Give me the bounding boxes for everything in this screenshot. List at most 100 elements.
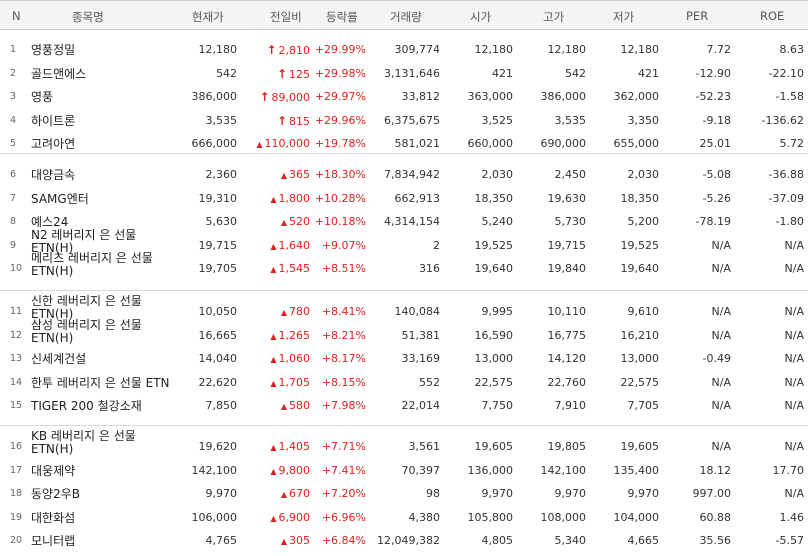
stock-name-link[interactable]: 동양2우B — [31, 485, 80, 502]
high-cell: 690,000 — [540, 137, 587, 151]
stock-name-link[interactable]: 한투 레버리지 은 선물 ETN — [31, 374, 170, 391]
table-row[interactable]: 6 대양금속 2,360 +18.30% 7,834,942 2,030 2,450 2,03… — [0, 163, 808, 186]
roe-cell: N/A — [784, 262, 804, 276]
rate-cell: +6.96% — [321, 510, 366, 524]
stock-name-link[interactable]: 영풍정밀 — [31, 41, 75, 58]
row-number: 10 — [10, 263, 23, 275]
col-header-roe[interactable]: ROE — [760, 9, 784, 23]
table-row[interactable]: 15 TIGER 200 철강소재 7,850 +7.98% 22,014 7,750 7,… — [0, 394, 808, 417]
up-triangle-icon: ▲ — [270, 466, 277, 476]
low-cell: 421 — [638, 66, 659, 80]
up-triangle-icon: ▲ — [280, 218, 287, 228]
col-header-low[interactable]: 저가 — [613, 9, 634, 25]
low-cell: 655,000 — [613, 137, 660, 151]
stock-name-link[interactable]: 신세계건설 — [31, 350, 86, 367]
low-cell: 4,665 — [627, 534, 660, 548]
stock-name-link[interactable]: 대양금속 — [31, 166, 75, 183]
row-number: 7 — [10, 192, 17, 204]
table-row[interactable]: 17 대웅제약 142,100 +7.41% 70,397 136,000 142,100 1… — [0, 459, 808, 482]
stock-name-link[interactable]: 영풍 — [31, 88, 53, 105]
change-cell: ▲ 110,000 — [256, 137, 310, 150]
stock-name-link[interactable]: SAMG엔터 — [31, 190, 89, 207]
col-header-name[interactable]: 종목명 — [72, 9, 104, 25]
table-row[interactable]: 3 영풍 386,000 +29.97% 33,812 363,000 386,000 362… — [0, 85, 808, 108]
table-row[interactable]: 16 KB 레버리지 은 선물 ETN(H) 19,620 +7.71% 3,561 19… — [0, 430, 808, 458]
low-cell: 135,400 — [613, 463, 660, 477]
volume-cell: 22,014 — [401, 399, 441, 413]
table-row[interactable]: 7 SAMG엔터 19,310 +10.28% 662,913 18,350 19,630 1… — [0, 187, 808, 210]
change-cell: ▲ 780 — [281, 305, 310, 318]
col-header-rate[interactable]: 등락률 — [326, 9, 358, 25]
table-row[interactable]: 10 메리츠 레버리지 은 선물 ETN(H) 19,705 +8.51% 316 19,… — [0, 252, 808, 280]
change-value: 110,000 — [264, 137, 311, 151]
open-cell: 3,525 — [481, 113, 514, 127]
change-cell: ▲ 1,800 — [270, 192, 310, 205]
per-cell: 25.01 — [699, 137, 732, 151]
volume-cell: 33,169 — [401, 352, 441, 366]
stock-name-link[interactable]: 대한화섬 — [31, 509, 75, 526]
table-row[interactable]: 18 동양2우B 9,970 +7.20% 98 9,970 9,970 9,970 997.0… — [0, 482, 808, 505]
volume-cell: 70,397 — [401, 463, 441, 477]
volume-cell: 4,314,154 — [384, 215, 440, 229]
stock-name-link[interactable]: 대웅제약 — [31, 462, 75, 479]
col-header-high[interactable]: 고가 — [543, 9, 564, 25]
up-triangle-icon: ▲ — [270, 443, 277, 452]
col-header-open[interactable]: 시가 — [470, 9, 491, 25]
per-cell: N/A — [711, 328, 731, 342]
col-header-volume[interactable]: 거래량 — [390, 9, 422, 25]
table-row[interactable]: 1 영풍정밀 12,180 +29.99% 309,774 12,180 12,180 12,… — [0, 38, 808, 61]
per-cell: N/A — [711, 238, 731, 252]
row-number: 4 — [10, 114, 17, 126]
rate-cell: +7.98% — [321, 399, 366, 413]
row-number: 12 — [10, 329, 23, 341]
limit-up-icon: ↑ — [266, 43, 277, 57]
stock-name-link[interactable]: TIGER 200 철강소재 — [31, 397, 142, 414]
table-row[interactable]: 13 신세계건설 14,040 +8.17% 33,169 13,000 14,120 13,… — [0, 347, 808, 370]
table-row[interactable]: 5 고려아연 666,000 +19.78% 581,021 660,000 690,000… — [0, 132, 808, 155]
col-header-price[interactable]: 현재가 — [192, 9, 224, 25]
per-cell: -5.26 — [702, 191, 731, 205]
table-row[interactable]: 20 모니터랩 4,765 +6.84% 12,049,382 4,805 5,340 4,6… — [0, 529, 808, 552]
open-cell: 9,970 — [481, 487, 514, 501]
stock-name-link[interactable]: 하이트론 — [31, 112, 75, 129]
roe-cell: -1.80 — [775, 215, 804, 229]
row-number: 15 — [10, 400, 23, 412]
limit-up-icon: ↑ — [259, 90, 270, 105]
col-header-per[interactable]: PER — [686, 9, 708, 23]
stock-name-link[interactable]: 골드앤에스 — [31, 65, 86, 82]
high-cell: 5,340 — [554, 534, 587, 548]
col-header-change[interactable]: 전일비 — [270, 9, 302, 25]
open-cell: 660,000 — [467, 137, 514, 151]
row-number: 16 — [10, 441, 23, 452]
per-cell: 7.72 — [706, 43, 732, 56]
change-cell: ▲ 305 — [281, 534, 310, 547]
low-cell: 2,030 — [627, 168, 660, 181]
table-row[interactable]: 14 한투 레버리지 은 선물 ETN 22,620 +8.15% 552 22,575 2… — [0, 371, 808, 394]
open-cell: 22,575 — [474, 375, 514, 389]
roe-cell: N/A — [784, 328, 804, 342]
row-number: 19 — [10, 511, 23, 523]
high-cell: 7,910 — [554, 399, 587, 413]
high-cell: 3,535 — [554, 113, 587, 127]
stock-name-link[interactable]: 메리츠 레버리지 은 선물 ETN(H) — [31, 252, 176, 278]
table-row[interactable]: 12 삼성 레버리지 은 선물 ETN(H) 16,665 +8.21% 51,381 1… — [0, 318, 808, 347]
table-row[interactable]: 19 대한화섬 106,000 +6.96% 4,380 105,800 108,000 10… — [0, 506, 808, 529]
change-cell: ↑ 2,810 — [266, 43, 310, 57]
open-cell: 136,000 — [467, 463, 514, 477]
roe-cell: N/A — [784, 375, 804, 389]
per-cell: 60.88 — [699, 510, 732, 524]
roe-cell: N/A — [784, 352, 804, 366]
stock-name-link[interactable]: 삼성 레버리지 은 선물 ETN(H) — [31, 318, 176, 345]
table-row[interactable]: 2 골드앤에스 542 +29.98% 3,131,646 421 542 421 -12.90… — [0, 62, 808, 85]
roe-cell: N/A — [784, 399, 804, 413]
table-row[interactable]: 4 하이트론 3,535 +29.96% 6,375,675 3,525 3,535 3,35… — [0, 109, 808, 132]
stock-name-link[interactable]: 모니터랩 — [31, 532, 75, 549]
roe-cell: N/A — [784, 440, 804, 453]
price-cell: 542 — [216, 66, 237, 80]
volume-cell: 7,834,942 — [384, 168, 440, 181]
change-cell: ▲ 1,705 — [270, 376, 310, 389]
stock-name-link[interactable]: KB 레버리지 은 선물 ETN(H) — [31, 430, 176, 456]
stock-name-link[interactable]: 고려아연 — [31, 135, 75, 152]
change-cell: ▲ 1,060 — [270, 352, 310, 365]
change-value: 89,000 — [271, 91, 311, 105]
